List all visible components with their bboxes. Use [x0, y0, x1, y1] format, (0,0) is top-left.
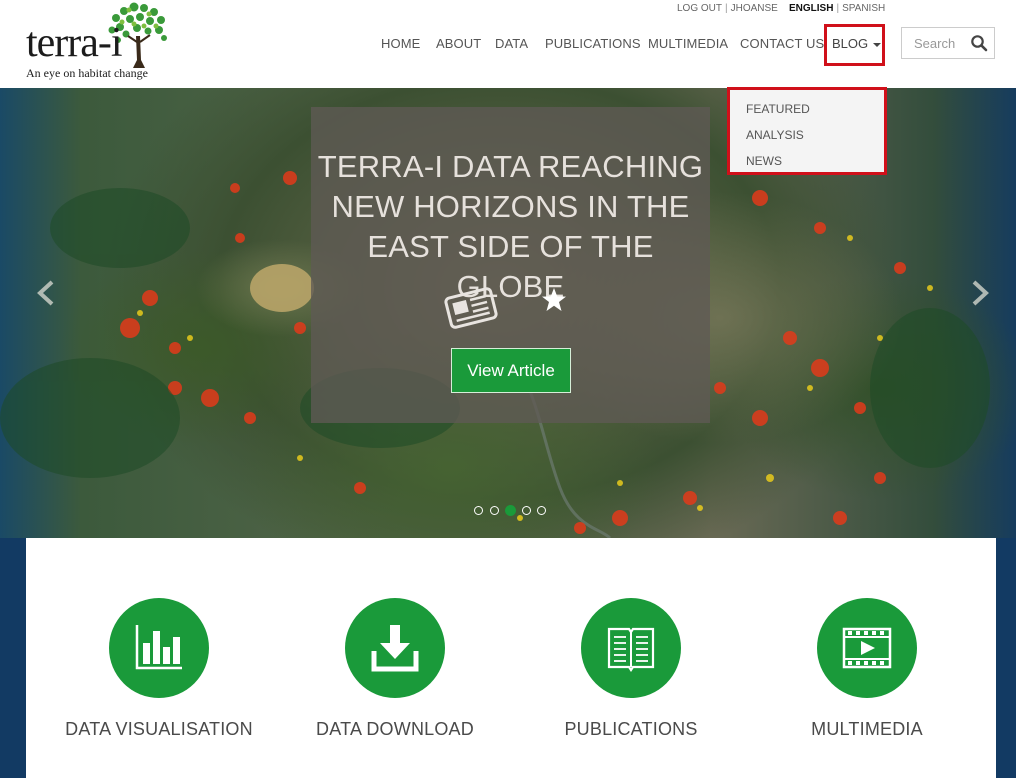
dropdown-item-analysis[interactable]: ANALYSIS — [746, 127, 804, 143]
nav-data[interactable]: DATA — [495, 34, 528, 54]
nav-blog-dropdown[interactable]: BLOG — [832, 34, 882, 54]
feature-label: DATA VISUALISATION — [65, 719, 253, 739]
logout-link[interactable]: LOG OUT — [677, 3, 722, 14]
feature-icon-circle — [109, 598, 209, 698]
view-article-button[interactable]: View Article — [451, 348, 571, 393]
download-icon — [371, 625, 419, 672]
logo-wordmark: terra-i — [26, 20, 123, 66]
logo-tagline: An eye on habitat change — [26, 66, 148, 80]
feature-multimedia[interactable]: MULTIMEDIA — [752, 538, 982, 768]
carousel-dot[interactable] — [490, 506, 499, 515]
feature-data-download[interactable]: DATA DOWNLOAD — [280, 538, 510, 768]
site-header: terra-i An eye on habitat change LOG OUT… — [0, 0, 1016, 88]
feature-icon-circle — [581, 598, 681, 698]
book-icon — [607, 627, 655, 672]
dropdown-item-news[interactable]: NEWS — [746, 153, 782, 169]
feature-icon-circle — [817, 598, 917, 698]
lang-spanish-link[interactable]: SPANISH — [842, 3, 885, 14]
feature-data-visualisation[interactable]: DATA VISUALISATION — [44, 538, 274, 768]
feature-label: MULTIMEDIA — [811, 719, 923, 739]
nav-contact-us[interactable]: CONTACT US — [740, 34, 824, 54]
star-icon — [542, 288, 566, 311]
nav-multimedia[interactable]: MULTIMEDIA — [648, 34, 728, 54]
carousel-next-arrow-icon[interactable] — [966, 278, 992, 308]
features-section: DATA VISUALISATION DATA DOWNLOAD PUBLICA… — [26, 538, 996, 778]
caret-down-icon — [873, 42, 882, 47]
username-link[interactable]: JHOANSE — [731, 3, 778, 14]
hero-caption-panel: TERRA-I DATA REACHING NEW HORIZONS IN TH… — [311, 107, 710, 423]
newspaper-icon — [444, 287, 498, 329]
carousel-dot[interactable] — [537, 506, 546, 515]
nav-publications[interactable]: PUBLICATIONS — [545, 34, 641, 54]
hero-title-line: EAST SIDE OF THE GLOBE — [367, 229, 654, 304]
search-input[interactable] — [902, 28, 976, 58]
carousel-dot[interactable] — [522, 506, 531, 515]
hero-title-line: NEW HORIZONS IN THE — [331, 189, 690, 224]
feature-icon-circle — [345, 598, 445, 698]
bar-chart-icon — [135, 625, 182, 670]
language-switcher: ENGLISH | SPANISH — [789, 3, 886, 14]
search-icon[interactable] — [970, 34, 988, 52]
search-box — [901, 27, 995, 59]
carousel-dot-active[interactable] — [505, 505, 516, 516]
film-icon — [842, 627, 892, 669]
hero-title: TERRA-I DATA REACHING NEW HORIZONS IN TH… — [311, 147, 710, 307]
feature-label: DATA DOWNLOAD — [316, 719, 474, 739]
feature-label: PUBLICATIONS — [564, 719, 698, 739]
site-logo[interactable]: terra-i An eye on habitat change — [22, 2, 172, 82]
dropdown-item-featured[interactable]: FEATURED — [746, 101, 810, 117]
user-bar: LOG OUT | JHOANSE — [677, 3, 778, 14]
nav-blog-label: BLOG — [832, 36, 869, 51]
nav-home[interactable]: HOME — [381, 34, 420, 54]
feature-publications[interactable]: PUBLICATIONS — [516, 538, 746, 768]
carousel-prev-arrow-icon[interactable] — [34, 278, 60, 308]
nav-about[interactable]: ABOUT — [436, 34, 481, 54]
carousel-dot[interactable] — [474, 506, 483, 515]
lang-english-link[interactable]: ENGLISH — [789, 3, 833, 14]
blog-dropdown-menu: FEATURED ANALYSIS NEWS — [727, 87, 887, 175]
hero-title-line: TERRA-I DATA REACHING — [317, 149, 704, 184]
